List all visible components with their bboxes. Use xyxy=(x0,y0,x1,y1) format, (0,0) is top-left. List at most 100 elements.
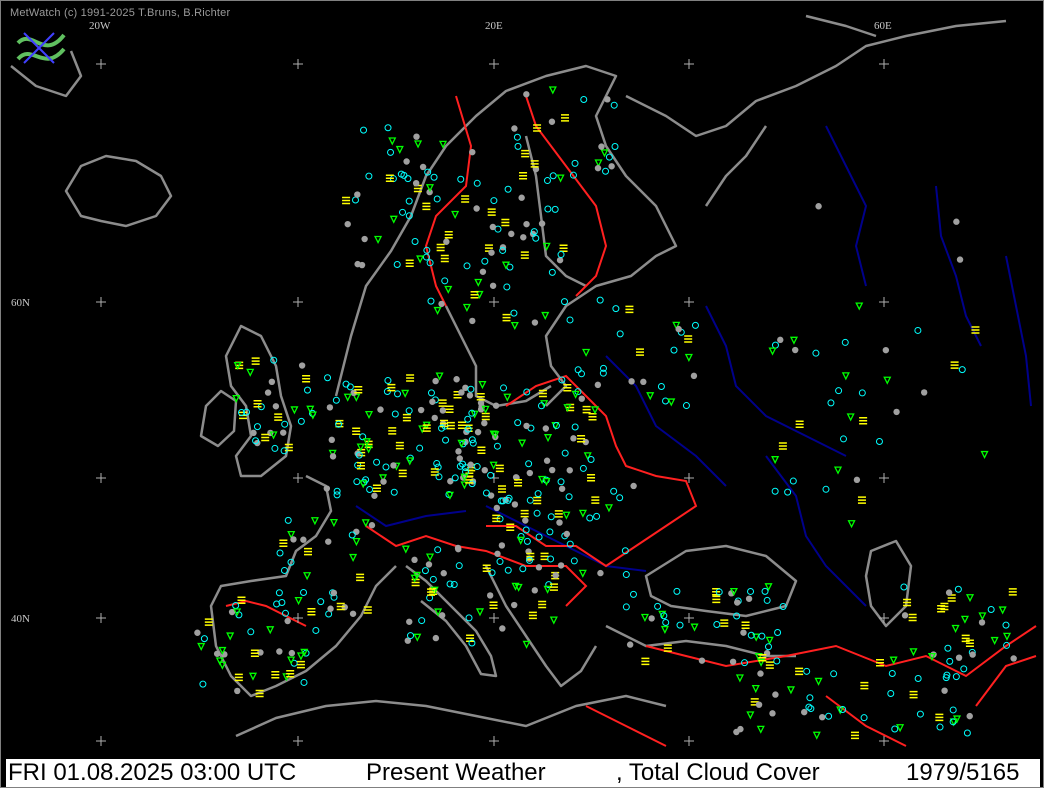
station-shower-symbol xyxy=(600,149,609,158)
station-clear-symbol xyxy=(473,463,481,471)
station-cloud-symbol xyxy=(453,376,460,383)
weather-map[interactable] xyxy=(6,6,1040,758)
station-fog-symbol xyxy=(477,446,486,454)
station-fog-symbol xyxy=(528,611,537,620)
station-clear-symbol xyxy=(429,575,437,583)
copyright-text: MetWatch (c) 1991-2025 T.Bruns, B.Richte… xyxy=(10,7,231,19)
station-clear-symbol xyxy=(578,370,586,378)
station-shower-symbol xyxy=(401,545,410,554)
station-clear-symbol xyxy=(580,96,588,104)
station-clear-symbol xyxy=(670,346,678,354)
station-cloud-symbol xyxy=(698,657,706,664)
station-fog-symbol xyxy=(559,244,568,253)
station-shower-symbol xyxy=(562,511,571,520)
station-clear-symbol xyxy=(416,444,424,452)
station-cloud-symbol xyxy=(945,589,953,596)
station-clear-symbol xyxy=(806,694,814,702)
station-clear-symbol xyxy=(382,463,390,471)
station-cloud-symbol xyxy=(438,612,446,619)
station-clear-symbol xyxy=(566,316,574,324)
station-fog-symbol xyxy=(765,661,774,669)
station-clear-symbol xyxy=(548,268,556,276)
station-clear-symbol xyxy=(596,296,604,304)
station-clear-symbol xyxy=(297,417,305,425)
station-clear-symbol xyxy=(571,159,579,167)
station-clear-symbol xyxy=(468,436,476,444)
station-shower-symbol xyxy=(578,569,587,578)
station-clear-symbol xyxy=(300,678,308,686)
station-fog-symbol xyxy=(279,539,288,547)
station-shower-symbol xyxy=(489,461,498,470)
station-fog-symbol xyxy=(587,473,596,482)
station-cloud-symbol xyxy=(454,544,462,552)
station-shower-symbol xyxy=(965,594,975,603)
station-shower-symbol xyxy=(660,625,669,635)
station-clear-symbol xyxy=(457,175,465,183)
station-clear-symbol xyxy=(952,673,960,681)
station-cloud-symbol xyxy=(737,725,744,733)
station-fog-symbol xyxy=(521,149,530,158)
station-clear-symbol xyxy=(312,626,320,634)
station-clear-symbol xyxy=(691,321,699,329)
station-cloud-symbol xyxy=(978,619,986,626)
station-clear-symbol xyxy=(519,565,527,573)
station-clear-symbol xyxy=(434,546,442,554)
map-window: MetWatch (c) 1991-2025 T.Bruns, B.Richte… xyxy=(0,0,1044,788)
station-cloud-symbol xyxy=(608,163,615,170)
station-clear-symbol xyxy=(433,195,441,203)
station-clear-symbol xyxy=(841,338,849,346)
station-shower-symbol xyxy=(960,615,969,624)
station-clear-symbol xyxy=(544,205,552,213)
station-cloud-symbol xyxy=(543,457,551,464)
station-fog-symbol xyxy=(274,413,283,421)
station-cloud-symbol xyxy=(531,587,538,594)
station-cloud-symbol xyxy=(431,414,438,422)
station-clear-symbol xyxy=(764,643,772,651)
station-cloud-symbol xyxy=(598,143,605,150)
station-clear-symbol xyxy=(616,330,624,338)
grid-label-20e: 20E xyxy=(485,20,503,32)
station-fog-symbol xyxy=(712,595,721,604)
station-clear-symbol xyxy=(789,477,797,485)
station-clear-symbol xyxy=(504,566,512,574)
station-clear-symbol xyxy=(771,487,779,495)
station-cloud-symbol xyxy=(429,398,436,405)
station-clear-symbol xyxy=(464,415,472,423)
station-shower-symbol xyxy=(771,456,780,465)
station-fog-symbol xyxy=(778,442,787,450)
station-shower-symbol xyxy=(349,553,358,563)
station-cloud-symbol xyxy=(213,650,221,657)
station-shower-symbol xyxy=(548,86,557,95)
station-shower-symbol xyxy=(590,406,600,415)
station-fog-symbol xyxy=(625,305,634,314)
station-shower-symbol xyxy=(847,520,856,529)
station-cloud-symbol xyxy=(354,191,361,198)
station-fog-symbol xyxy=(398,469,407,478)
station-fog-symbol xyxy=(481,412,490,421)
station-clear-symbol xyxy=(605,153,613,161)
station-fog-symbol xyxy=(405,259,414,267)
station-cloud-symbol xyxy=(523,220,530,228)
station-clear-symbol xyxy=(273,600,281,608)
station-clear-symbol xyxy=(758,632,766,640)
metwatch-logo xyxy=(16,32,66,64)
station-shower-symbol xyxy=(416,255,425,264)
station-cloud-symbol xyxy=(467,461,474,468)
station-shower-symbol xyxy=(814,677,823,686)
station-clear-symbol xyxy=(451,474,459,482)
station-shower-symbol xyxy=(786,686,796,695)
station-clear-symbol xyxy=(860,714,868,722)
station-clear-symbol xyxy=(812,349,820,357)
station-cloud-symbol xyxy=(511,125,518,132)
station-cloud-symbol xyxy=(344,220,351,228)
station-fog-symbol xyxy=(501,218,510,227)
station-shower-symbol xyxy=(998,606,1007,615)
station-shower-symbol xyxy=(690,623,699,632)
station-shower-symbol xyxy=(571,390,580,399)
station-shower-symbol xyxy=(401,389,410,398)
station-cloud-symbol xyxy=(556,256,564,264)
status-datetime: FRI 01.08.2025 03:00 UTC xyxy=(8,759,297,786)
station-clear-symbol xyxy=(481,257,489,265)
station-fog-symbol xyxy=(444,230,453,239)
station-cloud-symbol xyxy=(597,569,604,577)
